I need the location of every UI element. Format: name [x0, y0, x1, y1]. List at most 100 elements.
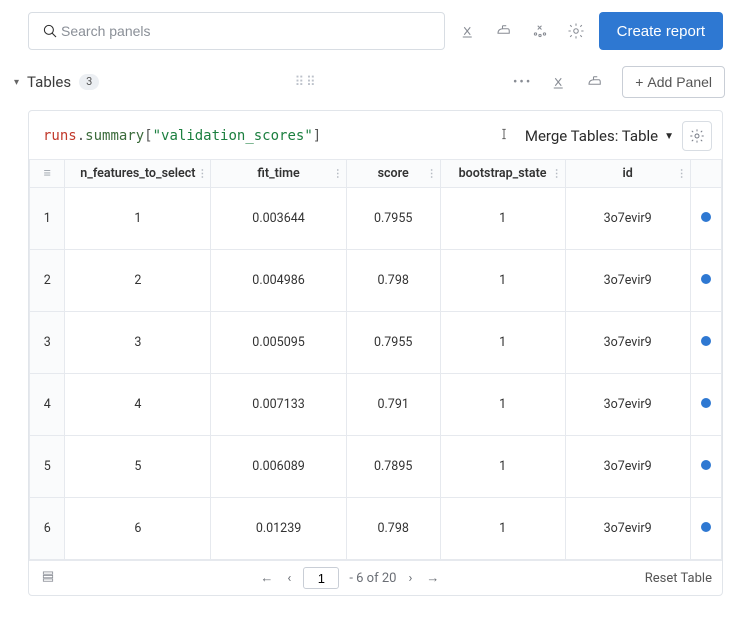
search-input[interactable] [59, 22, 432, 40]
caret-down-icon: ▼ [664, 131, 674, 142]
row-index: 4 [30, 374, 65, 436]
cell: 0.798 [346, 250, 440, 312]
more-icon[interactable]: ••• [513, 75, 532, 90]
toolbar-icons [453, 22, 591, 40]
cell: 3o7evir9 [565, 436, 690, 498]
cell: 1 [65, 188, 211, 250]
cell: 1 [440, 374, 565, 436]
scatter-clear-icon[interactable] [531, 22, 549, 40]
column-menu-icon[interactable]: ⋮ [427, 168, 436, 179]
search-icon [41, 22, 59, 40]
column-header[interactable]: bootstrap_state⋮ [440, 160, 565, 188]
reset-table-button[interactable]: Reset Table [645, 571, 712, 586]
row-height-icon[interactable] [39, 569, 55, 587]
filter-header[interactable]: ≡ [30, 160, 65, 188]
row-index: 3 [30, 312, 65, 374]
row-index: 5 [30, 436, 65, 498]
cell: 0.01239 [211, 498, 346, 560]
gear-icon[interactable] [567, 22, 585, 40]
table-row[interactable]: 110.0036440.795513o7evir9 [30, 188, 722, 250]
column-menu-icon[interactable]: ⋮ [197, 168, 206, 179]
table-row[interactable]: 220.0049860.79813o7evir9 [30, 250, 722, 312]
row-index: 2 [30, 250, 65, 312]
cell: 0.7955 [346, 312, 440, 374]
drag-handle-icon[interactable]: ⠿⠿ [295, 75, 318, 90]
run-dot-icon [701, 522, 711, 532]
row-index: 1 [30, 188, 65, 250]
table-row[interactable]: 330.0050950.795513o7evir9 [30, 312, 722, 374]
iron-icon[interactable] [495, 22, 513, 40]
cell: 0.7955 [346, 188, 440, 250]
cell: 6 [65, 498, 211, 560]
column-header[interactable]: id⋮ [565, 160, 690, 188]
cell: 0.7895 [346, 436, 440, 498]
chevron-down-icon[interactable]: ▾ [14, 77, 19, 88]
table-row[interactable]: 440.0071330.79113o7evir9 [30, 374, 722, 436]
cell: 0.005095 [211, 312, 346, 374]
cell: 1 [440, 312, 565, 374]
cell: 3o7evir9 [565, 374, 690, 436]
query-expression[interactable]: runs.summary["validation_scores"] [43, 128, 321, 144]
cell: 0.798 [346, 498, 440, 560]
cell: 3o7evir9 [565, 498, 690, 560]
add-panel-button[interactable]: + Add Panel [622, 66, 725, 98]
page-input[interactable] [303, 567, 339, 589]
cell: 1 [440, 436, 565, 498]
column-menu-icon[interactable]: ⋮ [552, 168, 561, 179]
run-dot-icon [701, 212, 711, 222]
table-panel: runs.summary["validation_scores"] Merge … [28, 110, 723, 596]
next-page-button[interactable]: › [406, 571, 414, 586]
panel-settings-button[interactable] [682, 121, 712, 151]
run-dot-icon [701, 274, 711, 284]
column-header[interactable]: score⋮ [346, 160, 440, 188]
cell: 0.791 [346, 374, 440, 436]
cell: 0.004986 [211, 250, 346, 312]
cell: 3 [65, 312, 211, 374]
data-table: ≡ n_features_to_select⋮ fit_time⋮ score⋮… [29, 159, 722, 560]
create-report-button[interactable]: Create report [599, 12, 723, 50]
run-color-cell[interactable] [690, 498, 721, 560]
strike-x-icon[interactable] [550, 73, 568, 91]
cell: 0.003644 [211, 188, 346, 250]
cell: 4 [65, 374, 211, 436]
pager: ← ‹ - 6 of 20 › → [258, 567, 441, 589]
table-row[interactable]: 660.012390.79813o7evir9 [30, 498, 722, 560]
column-menu-icon[interactable]: ⋮ [333, 168, 342, 179]
plus-icon: + [635, 74, 643, 90]
add-panel-label: Add Panel [647, 74, 712, 90]
cell: 2 [65, 250, 211, 312]
merge-tables-select[interactable]: Merge Tables: Table ▼ [525, 127, 674, 145]
run-dot-icon [701, 336, 711, 346]
last-page-button[interactable]: → [424, 570, 441, 586]
iron-icon[interactable] [586, 73, 604, 91]
run-dot-icon [701, 398, 711, 408]
cell: 3o7evir9 [565, 188, 690, 250]
cell: 1 [440, 250, 565, 312]
column-header[interactable]: fit_time⋮ [211, 160, 346, 188]
cell: 3o7evir9 [565, 250, 690, 312]
table-row[interactable]: 550.0060890.789513o7evir9 [30, 436, 722, 498]
search-box[interactable] [28, 12, 445, 50]
merge-label: Merge Tables: Table [525, 127, 658, 145]
first-page-button[interactable]: ← [258, 570, 275, 586]
column-menu-icon[interactable]: ⋮ [677, 168, 686, 179]
section-count-badge: 3 [79, 74, 99, 90]
prev-page-button[interactable]: ‹ [285, 571, 293, 586]
run-color-cell[interactable] [690, 374, 721, 436]
row-index: 6 [30, 498, 65, 560]
text-cursor-icon[interactable] [497, 127, 511, 145]
cell: 5 [65, 436, 211, 498]
run-color-cell[interactable] [690, 312, 721, 374]
section-title: Tables [27, 73, 71, 91]
cell: 0.006089 [211, 436, 346, 498]
page-range: - 6 of 20 [349, 571, 396, 586]
run-color-cell[interactable] [690, 188, 721, 250]
color-header [690, 160, 721, 188]
strike-x-icon[interactable] [459, 22, 477, 40]
cell: 3o7evir9 [565, 312, 690, 374]
run-color-cell[interactable] [690, 436, 721, 498]
cell: 1 [440, 498, 565, 560]
run-color-cell[interactable] [690, 250, 721, 312]
column-header[interactable]: n_features_to_select⋮ [65, 160, 211, 188]
run-dot-icon [701, 460, 711, 470]
